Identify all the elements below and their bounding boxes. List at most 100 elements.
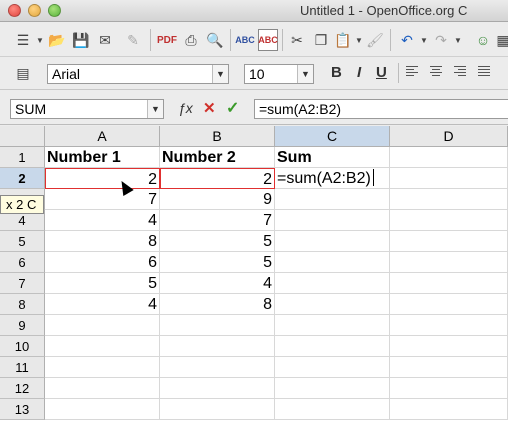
accept-icon[interactable]: ✓ — [226, 98, 239, 118]
cell-d13[interactable] — [390, 399, 508, 420]
cell-c9[interactable] — [275, 315, 390, 336]
save-icon[interactable]: 💾 — [72, 31, 90, 49]
chevron-down-icon[interactable]: ▼ — [420, 36, 428, 45]
menu-list-icon[interactable]: ☰ — [14, 31, 32, 49]
open-folder-icon[interactable]: 📂 — [48, 31, 66, 49]
cell-c12[interactable] — [275, 378, 390, 399]
cell-c2-editing[interactable]: =sum(A2:B2) — [275, 168, 390, 189]
cell-b3[interactable]: 9 — [160, 189, 275, 210]
edit-icon[interactable]: ✎ — [124, 31, 142, 49]
cell-c6[interactable] — [275, 252, 390, 273]
cell-b13[interactable] — [160, 399, 275, 420]
row-header-13[interactable]: 13 — [0, 399, 45, 420]
cancel-icon[interactable]: ✕ — [203, 99, 216, 117]
column-header-a[interactable]: A — [45, 126, 160, 147]
cell-b2[interactable]: 2 — [160, 168, 275, 189]
cell-d12[interactable] — [390, 378, 508, 399]
font-name-combo[interactable]: Arial ▼ — [47, 64, 229, 84]
font-size-combo[interactable]: 10 ▼ — [244, 64, 314, 84]
function-wizard-icon[interactable]: ƒx — [178, 100, 193, 116]
paste-icon[interactable]: 📋 — [334, 31, 352, 49]
cell-a4[interactable]: 4 — [45, 210, 160, 231]
justify-icon[interactable] — [478, 66, 490, 78]
chevron-down-icon[interactable]: ▼ — [212, 65, 228, 83]
undo-icon[interactable]: ↶ — [398, 31, 416, 49]
row-header-5[interactable]: 5 — [0, 231, 45, 252]
cell-d10[interactable] — [390, 336, 508, 357]
cell-a13[interactable] — [45, 399, 160, 420]
column-header-d[interactable]: D — [390, 126, 508, 147]
email-icon[interactable]: ✉ — [96, 31, 114, 49]
row-header-6[interactable]: 6 — [0, 252, 45, 273]
italic-button[interactable]: I — [357, 64, 361, 81]
chevron-down-icon[interactable]: ▼ — [147, 100, 163, 118]
underline-button[interactable]: U — [376, 64, 387, 81]
row-header-2[interactable]: 2 — [0, 168, 45, 189]
row-header-1[interactable]: 1 — [0, 147, 45, 168]
cell-d9[interactable] — [390, 315, 508, 336]
name-box[interactable]: SUM ▼ — [10, 99, 164, 119]
styles-icon[interactable]: ▤ — [14, 64, 32, 82]
column-header-b[interactable]: B — [160, 126, 275, 147]
cell-a11[interactable] — [45, 357, 160, 378]
cell-c13[interactable] — [275, 399, 390, 420]
cell-d3[interactable] — [390, 189, 508, 210]
cell-b5[interactable]: 5 — [160, 231, 275, 252]
minimize-window-button[interactable] — [28, 4, 41, 17]
row-header-10[interactable]: 10 — [0, 336, 45, 357]
cell-b6[interactable]: 5 — [160, 252, 275, 273]
cell-d8[interactable] — [390, 294, 508, 315]
cell-a12[interactable] — [45, 378, 160, 399]
cell-a2[interactable]: 2 — [45, 168, 160, 189]
cell-c5[interactable] — [275, 231, 390, 252]
cut-icon[interactable]: ✂ — [288, 31, 306, 49]
cell-d2[interactable] — [390, 168, 508, 189]
cell-c8[interactable] — [275, 294, 390, 315]
cell-b1[interactable]: Number 2 — [160, 147, 275, 168]
close-window-button[interactable] — [8, 4, 21, 17]
cell-b7[interactable]: 4 — [160, 273, 275, 294]
column-header-c[interactable]: C — [275, 126, 390, 147]
row-header-9[interactable]: 9 — [0, 315, 45, 336]
cell-d11[interactable] — [390, 357, 508, 378]
cell-c10[interactable] — [275, 336, 390, 357]
cell-c3[interactable] — [275, 189, 390, 210]
cell-a5[interactable]: 8 — [45, 231, 160, 252]
navigator-icon[interactable]: ☺ — [474, 31, 492, 49]
gallery-icon[interactable]: ▦ — [494, 31, 508, 49]
cell-b4[interactable]: 7 — [160, 210, 275, 231]
cell-c1[interactable]: Sum — [275, 147, 390, 168]
row-header-7[interactable]: 7 — [0, 273, 45, 294]
cell-a8[interactable]: 4 — [45, 294, 160, 315]
align-center-icon[interactable] — [430, 66, 442, 78]
spreadsheet-grid[interactable]: A B C D 1 2 3 4 5 6 7 8 9 10 11 12 13 Nu… — [0, 126, 508, 426]
copy-icon[interactable]: ❐ — [312, 31, 330, 49]
cell-b12[interactable] — [160, 378, 275, 399]
chevron-down-icon[interactable]: ▼ — [297, 65, 313, 83]
cell-c7[interactable] — [275, 273, 390, 294]
auto-spellcheck-icon[interactable]: ABC — [258, 29, 278, 51]
cell-b11[interactable] — [160, 357, 275, 378]
formula-input[interactable]: =sum(A2:B2) — [254, 99, 508, 119]
cell-d5[interactable] — [390, 231, 508, 252]
align-right-icon[interactable] — [454, 66, 466, 78]
cell-a1[interactable]: Number 1 — [45, 147, 160, 168]
select-all-corner[interactable] — [0, 126, 45, 147]
pdf-icon[interactable]: PDF — [157, 31, 177, 49]
cell-a6[interactable]: 6 — [45, 252, 160, 273]
row-header-11[interactable]: 11 — [0, 357, 45, 378]
cell-d1[interactable] — [390, 147, 508, 168]
cell-c11[interactable] — [275, 357, 390, 378]
preview-icon[interactable]: 🔍 — [206, 31, 224, 49]
cell-d6[interactable] — [390, 252, 508, 273]
redo-icon[interactable]: ↷ — [432, 31, 450, 49]
cell-c4[interactable] — [275, 210, 390, 231]
align-left-icon[interactable] — [406, 66, 418, 78]
zoom-window-button[interactable] — [48, 4, 61, 17]
row-header-8[interactable]: 8 — [0, 294, 45, 315]
cell-b9[interactable] — [160, 315, 275, 336]
chevron-down-icon[interactable]: ▼ — [36, 36, 44, 45]
cell-a3[interactable]: 7 — [45, 189, 160, 210]
row-header-12[interactable]: 12 — [0, 378, 45, 399]
clone-format-icon[interactable]: 🖌 — [366, 31, 384, 49]
